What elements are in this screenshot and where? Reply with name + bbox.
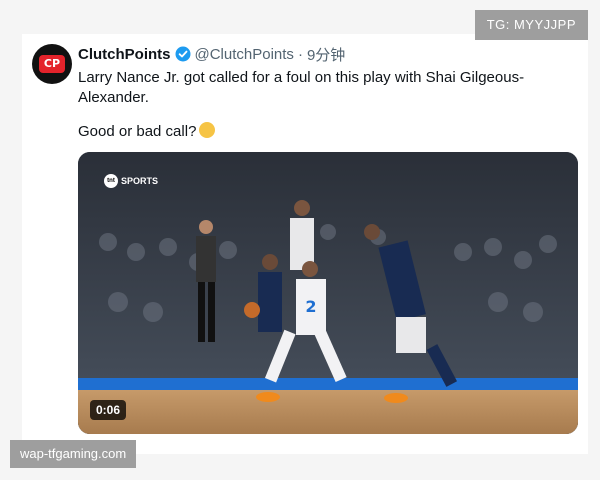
video-duration: 0:06 xyxy=(90,400,127,420)
display-name[interactable]: ClutchPoints xyxy=(78,46,171,63)
jersey-number: 2 xyxy=(305,297,316,316)
user-handle[interactable]: @ClutchPoints xyxy=(195,46,294,63)
basketball xyxy=(244,302,260,318)
tweet-body-question: Good or bad call? xyxy=(78,122,216,142)
video-player[interactable]: 2 tnt SPORTS 0:06 xyxy=(78,152,578,434)
court-floor xyxy=(78,390,578,434)
tnt-icon: tnt xyxy=(104,174,118,188)
tweet-header: ClutchPoints @ClutchPoints · 9分钟 xyxy=(78,44,345,64)
watermark-top: TG: MYYJJPP xyxy=(474,10,588,40)
thinking-emoji-icon xyxy=(199,122,216,138)
separator-dot: · xyxy=(297,45,303,63)
network-label: SPORTS xyxy=(121,176,159,186)
timestamp[interactable]: 9分钟 xyxy=(307,44,345,65)
watermark-bottom: wap-tfgaming.com xyxy=(10,440,137,468)
verified-badge-icon xyxy=(175,46,190,62)
avatar[interactable]: CP xyxy=(32,44,72,84)
court-sideline xyxy=(78,378,578,390)
network-logo: tnt SPORTS xyxy=(104,174,158,188)
tweet-body: Larry Nance Jr. got called for a foul on… xyxy=(78,69,525,106)
tweet-question: Good or bad call? xyxy=(78,123,197,140)
video-frame: 2 xyxy=(78,152,578,434)
clutchpoints-logo: CP xyxy=(39,55,65,73)
